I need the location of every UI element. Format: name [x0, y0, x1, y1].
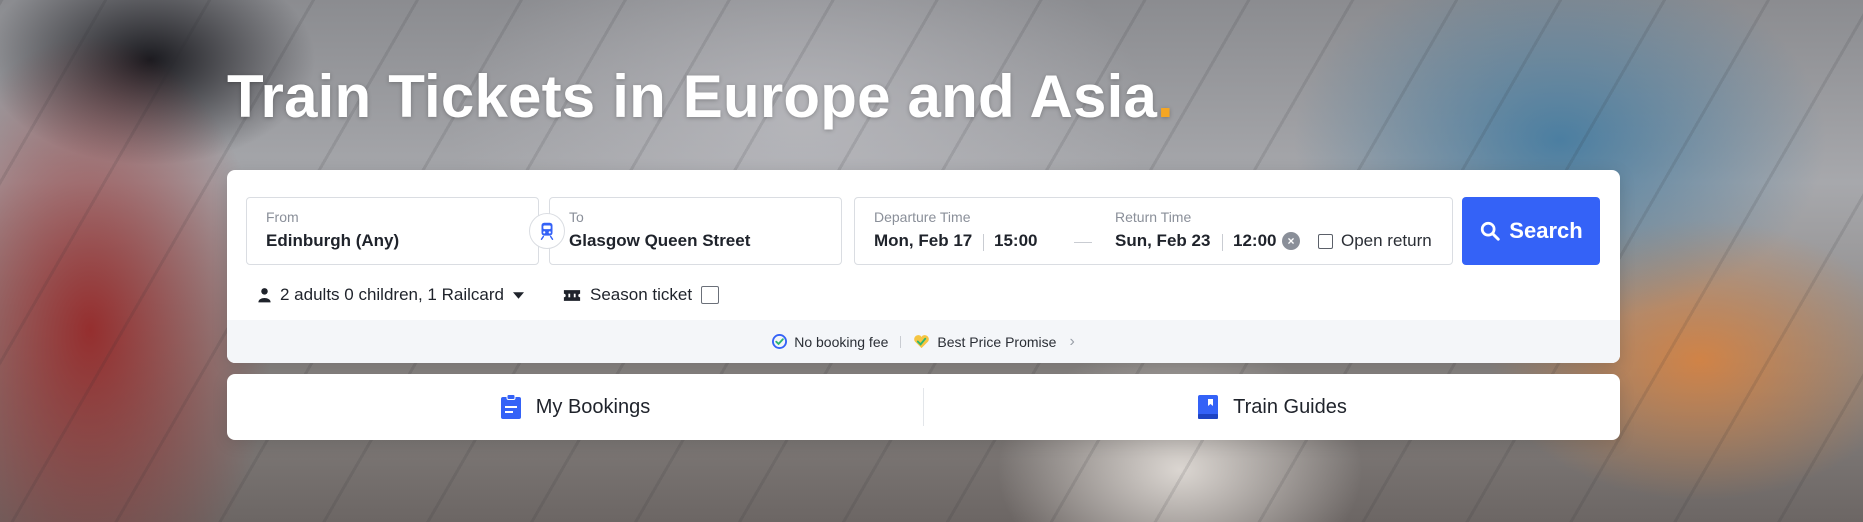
no-booking-fee-item: No booking fee	[772, 334, 888, 350]
open-return-label: Open return	[1341, 231, 1432, 250]
to-field[interactable]: To Glasgow Queen Street	[549, 197, 842, 265]
departure-label: Departure Time	[874, 209, 971, 225]
search-button[interactable]: Search	[1462, 197, 1600, 265]
search-card: From Edinburgh (Any) To Glasgow Queen St…	[227, 170, 1620, 363]
season-ticket-toggle[interactable]: Season ticket	[563, 285, 720, 305]
return-date[interactable]: Sun, Feb 23	[1115, 231, 1210, 251]
open-return-checkbox[interactable]	[1318, 233, 1333, 249]
promise-separator	[900, 335, 902, 348]
train-swap-icon	[540, 222, 554, 240]
ticket-icon	[563, 289, 581, 301]
check-badge-icon	[772, 334, 788, 349]
chevron-down-icon	[512, 291, 524, 299]
train-guides-label: Train Guides	[1233, 395, 1347, 418]
page-title-text: Train Tickets in Europe and Asia	[227, 63, 1158, 130]
heart-check-icon	[914, 335, 930, 349]
from-value: Edinburgh (Any)	[266, 231, 400, 250]
quick-links-card: My Bookings Train Guides	[227, 374, 1620, 440]
person-icon	[258, 288, 271, 303]
my-bookings-link[interactable]: My Bookings	[227, 374, 923, 440]
dates-field: Departure Time Mon, Feb 17 15:00 Return …	[854, 197, 1453, 265]
chevron-right-icon: ›	[1069, 332, 1075, 350]
departure-separator	[983, 234, 984, 251]
passengers-label: 2 adults 0 children, 1 Railcard	[280, 285, 504, 304]
best-price-promise-link[interactable]: Best Price Promise ›	[913, 332, 1075, 351]
to-value: Glasgow Queen Street	[569, 231, 751, 250]
bookings-clipboard-icon	[500, 394, 521, 419]
departure-date[interactable]: Mon, Feb 17	[874, 231, 972, 251]
to-label: To	[569, 209, 584, 225]
guide-book-icon	[1198, 395, 1219, 419]
clear-return-icon[interactable]: ×	[1282, 232, 1300, 250]
best-price-promise-label: Best Price Promise	[937, 333, 1057, 350]
return-separator	[1222, 234, 1223, 251]
search-icon	[1481, 221, 1501, 241]
return-time[interactable]: 12:00	[1233, 231, 1276, 251]
page-title-dot: .	[1157, 63, 1174, 130]
open-return-toggle[interactable]: Open return	[1318, 231, 1432, 251]
swap-stations-button[interactable]	[529, 213, 565, 249]
season-ticket-checkbox[interactable]	[701, 286, 720, 304]
return-label: Return Time	[1115, 209, 1192, 225]
from-label: From	[266, 209, 299, 225]
my-bookings-label: My Bookings	[535, 395, 651, 418]
from-field[interactable]: From Edinburgh (Any)	[246, 197, 539, 265]
page-title: Train Tickets in Europe and Asia.	[227, 62, 1174, 131]
departure-time[interactable]: 15:00	[994, 231, 1037, 251]
promise-bar: No booking fee Best Price Promise ›	[227, 320, 1620, 363]
no-booking-fee-label: No booking fee	[794, 333, 889, 350]
train-guides-link[interactable]: Train Guides	[924, 374, 1620, 440]
passengers-selector[interactable]: 2 adults 0 children, 1 Railcard	[258, 285, 524, 305]
date-range-dash	[1074, 242, 1092, 243]
search-button-label: Search	[1509, 218, 1583, 243]
season-ticket-label: Season ticket	[590, 285, 693, 304]
